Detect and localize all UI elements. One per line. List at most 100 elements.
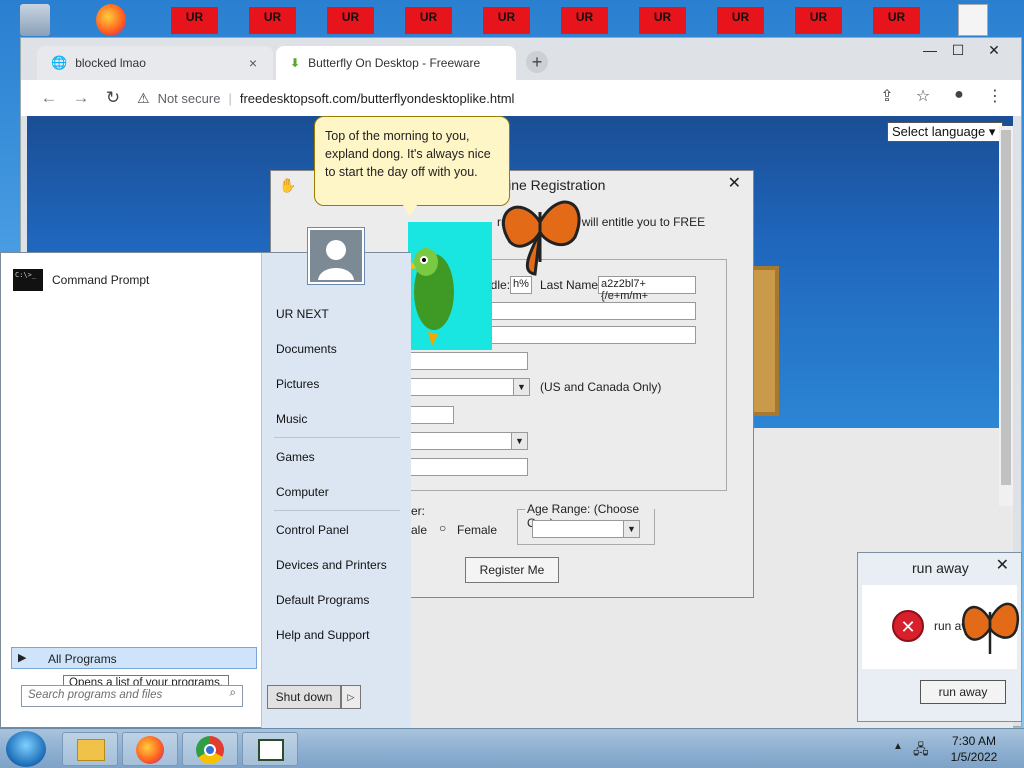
gender-label: er: [411, 504, 426, 518]
download-icon: ⬇ [290, 56, 301, 70]
network-icon[interactable]: 🖧 [913, 739, 929, 763]
run-away-button[interactable]: run away [920, 680, 1006, 704]
ur-box: UR [795, 7, 842, 34]
female-radio[interactable]: ○ [439, 521, 446, 535]
user-icon [310, 230, 362, 282]
reload-button[interactable]: ↻ [97, 88, 129, 108]
address-bar[interactable]: ⚠ Not secure | freedesktopsoft.com/butte… [137, 90, 514, 107]
maximize-button[interactable]: ☐ [943, 42, 973, 59]
system-clock[interactable]: 7:30 AM 1/5/2022 [936, 733, 1012, 765]
profile-icon[interactable]: ● [941, 86, 977, 106]
scrollbar[interactable] [999, 126, 1013, 506]
close-window-button[interactable]: ✕ [979, 42, 1009, 59]
menu-item-control-panel[interactable]: Control Panel [276, 523, 349, 537]
menu-icon[interactable]: ⋮ [977, 86, 1013, 106]
age-range-group: Age Range: (Choose One) ▼ [517, 502, 655, 545]
city-field[interactable] [410, 352, 528, 370]
search-input[interactable]: Search programs and files ⌕ [21, 685, 243, 707]
new-tab-button[interactable]: + [526, 51, 548, 73]
triangle-right-icon: ▶ [18, 652, 27, 664]
clock-time: 7:30 AM [951, 734, 997, 748]
error-icon: ✕ [892, 610, 924, 642]
chevron-down-icon: ▼ [623, 521, 639, 537]
folder-icon [77, 739, 105, 761]
divider: | [228, 90, 232, 106]
menu-item-ur-next[interactable]: UR NEXT [276, 307, 329, 321]
close-tab-icon[interactable]: × [245, 55, 261, 71]
menu-item-documents[interactable]: Documents [276, 342, 337, 356]
warning-icon: ⚠ [137, 89, 150, 106]
shutdown-options-button[interactable]: ▷ [341, 685, 361, 709]
firefox-icon[interactable] [96, 4, 126, 36]
back-button[interactable]: ← [33, 88, 65, 108]
female-label: Female [457, 523, 498, 537]
speech-bubble: Top of the morning to you, expland dong.… [314, 116, 510, 206]
explorer-taskbar-button[interactable] [62, 732, 118, 766]
butterfly-icon[interactable] [490, 182, 590, 282]
minimize-button[interactable]: — [915, 42, 945, 58]
age-range-select[interactable]: ▼ [532, 520, 640, 538]
document-icon[interactable] [958, 4, 988, 36]
app-taskbar-button[interactable] [242, 732, 298, 766]
ur-box: UR [327, 7, 374, 34]
zip-field[interactable] [410, 406, 454, 424]
tab-strip: 🌐 blocked lmao × ⬇ Butterfly On Desktop … [21, 38, 1021, 80]
tab-title: Butterfly On Desktop - Freeware [308, 56, 481, 70]
ur-box: UR [171, 7, 218, 34]
us-canada-note: (US and Canada Only) [540, 380, 662, 394]
url-text: freedesktopsoft.com/butterflyondesktopli… [239, 90, 515, 106]
clock-date: 1/5/2022 [950, 750, 998, 764]
chrome-icon [196, 736, 224, 764]
close-dialog-button[interactable]: ✕ [996, 555, 1009, 575]
command-prompt-label: Command Prompt [52, 273, 150, 287]
close-dialog-button[interactable]: ✕ [728, 173, 741, 193]
app-window-icon [258, 739, 284, 761]
user-avatar[interactable] [308, 228, 364, 284]
parrot-character[interactable] [408, 222, 492, 350]
share-icon[interactable]: ⇪ [869, 86, 905, 106]
menu-item-devices-printers[interactable]: Devices and Printers [276, 558, 387, 572]
ur-box: UR [717, 7, 764, 34]
email-field[interactable] [410, 458, 528, 476]
all-programs-label: All Programs [48, 652, 117, 666]
chevron-down-icon: ▼ [511, 433, 527, 449]
language-select[interactable]: Select language ▾ [887, 122, 1003, 142]
search-placeholder: Search programs and files [28, 689, 163, 701]
butterfly-icon[interactable] [956, 590, 1024, 664]
firefox-taskbar-button[interactable] [122, 732, 178, 766]
last-name-field[interactable]: a2z2bl7+{/e+m/m+ [598, 276, 696, 302]
shutdown-button[interactable]: Shut down [267, 685, 341, 709]
menu-item-help-support[interactable]: Help and Support [276, 628, 369, 642]
menu-item-pictures[interactable]: Pictures [276, 377, 319, 391]
menu-item-music[interactable]: Music [276, 412, 307, 426]
globe-icon: 🌐 [51, 55, 68, 70]
tab-blocked[interactable]: 🌐 blocked lmao × [37, 46, 273, 80]
country-select[interactable]: ▼ [410, 432, 528, 450]
show-hidden-icons-icon[interactable]: ▲ [893, 741, 903, 752]
bookmark-star-icon[interactable]: ☆ [905, 86, 941, 106]
all-programs-button[interactable]: ▶ All Programs [11, 647, 257, 669]
browser-toolbar: ← → ↻ ⚠ Not secure | freedesktopsoft.com… [21, 80, 1021, 116]
state-select[interactable]: ▼ [410, 378, 530, 396]
menu-item-default-programs[interactable]: Default Programs [276, 593, 369, 607]
ur-box: UR [873, 7, 920, 34]
male-label: ale [411, 523, 428, 537]
menu-item-computer[interactable]: Computer [276, 485, 329, 499]
ur-box: UR [483, 7, 530, 34]
recycle-bin-icon[interactable] [20, 4, 50, 36]
register-button[interactable]: Register Me [465, 557, 559, 583]
security-label: Not secure [157, 90, 221, 106]
chevron-down-icon: ▼ [513, 379, 529, 395]
tab-butterfly[interactable]: ⬇ Butterfly On Desktop - Freeware [276, 46, 516, 80]
chrome-taskbar-button[interactable] [182, 732, 238, 766]
ur-box: UR [405, 7, 452, 34]
tab-title: blocked lmao [75, 56, 146, 70]
forward-button[interactable]: → [65, 88, 97, 108]
menu-separator [274, 510, 400, 511]
command-prompt-item[interactable]: C:\>_ Command Prompt [13, 269, 149, 291]
start-menu-right-pane: UR NEXT Documents Pictures Music Games C… [261, 253, 411, 729]
start-button[interactable] [6, 731, 46, 767]
search-icon: ⌕ [229, 687, 236, 699]
scrollbar-thumb[interactable] [1001, 130, 1011, 485]
menu-item-games[interactable]: Games [276, 450, 315, 464]
